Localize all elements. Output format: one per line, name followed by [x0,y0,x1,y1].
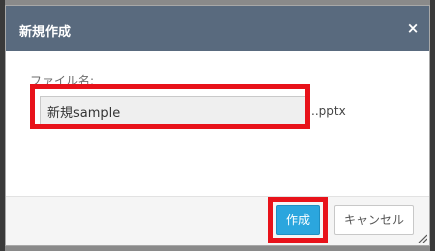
file-extension: ..pptx [311,104,346,118]
filename-input[interactable] [40,96,308,126]
dialog-title: 新規作成 [19,25,72,40]
screen: 新規作成 × ファイル名: ..pptx 作成 キャンセル [0,0,435,251]
create-button[interactable]: 作成 [276,205,320,235]
dialog-titlebar[interactable]: 新規作成 × [6,6,429,51]
resize-grip-icon[interactable] [417,233,427,243]
filename-label: ファイル名: [30,74,95,88]
background-right [430,0,435,251]
close-icon[interactable]: × [406,21,420,36]
cancel-button[interactable]: キャンセル [334,205,414,235]
